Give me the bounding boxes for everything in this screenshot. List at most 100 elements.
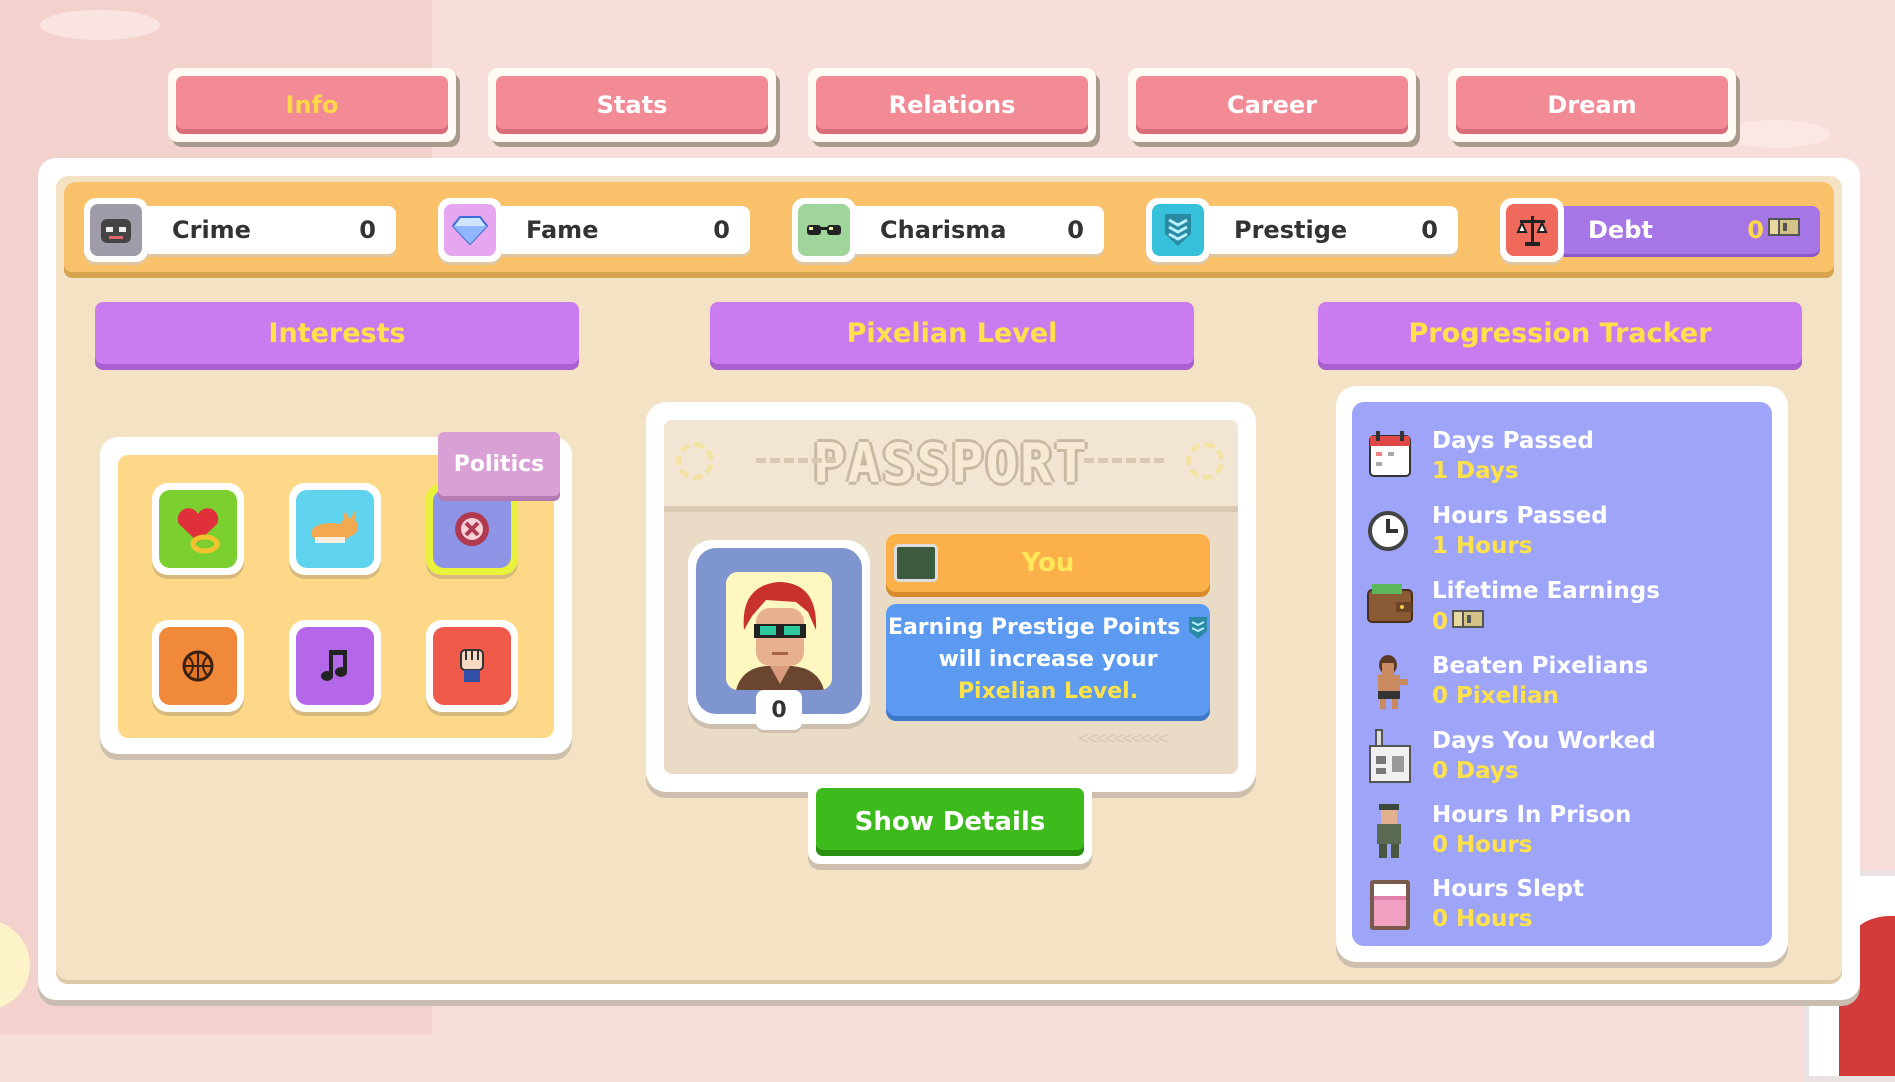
- tab-info[interactable]: Info: [168, 68, 456, 142]
- interest-romance[interactable]: [152, 483, 244, 575]
- progression-value: 0 Hours: [1432, 832, 1532, 858]
- stat-debt-value: 0: [1747, 216, 1764, 244]
- progression-item: Beaten Pixelians 0 Pixelian: [1366, 649, 1766, 719]
- progression-value: 1 Hours: [1432, 533, 1532, 559]
- progression-value-text: 1 Days: [1432, 458, 1519, 484]
- stat-fame-pill: Fame 0: [472, 206, 750, 254]
- shield-icon: [1146, 198, 1210, 262]
- stat-debt: Debt 0: [1500, 198, 1820, 262]
- progression-item: Hours In Prison 0 Hours: [1366, 798, 1766, 868]
- tab-relations-label: Relations: [816, 76, 1088, 134]
- progression-value-text: 0 Hours: [1432, 832, 1533, 858]
- prestige-shield-icon: [1188, 616, 1208, 640]
- basketball-icon: [159, 627, 237, 705]
- tab-career-label: Career: [1136, 76, 1408, 134]
- stat-debt-pill: Debt 0: [1534, 206, 1820, 254]
- stat-charisma-label: Charisma: [880, 216, 1007, 244]
- stat-prestige-pill: Prestige 0: [1180, 206, 1458, 254]
- pixelian-level-description: Earning Prestige Points will increase yo…: [886, 604, 1210, 716]
- progression-value-text: 0 Hours: [1432, 906, 1533, 932]
- progression-value: 0 Pixelian: [1432, 683, 1559, 709]
- bed-icon: [1366, 876, 1414, 934]
- progression-label: Beaten Pixelians: [1432, 653, 1649, 679]
- stat-prestige: Prestige 0: [1146, 198, 1458, 262]
- music-note-icon: [296, 627, 374, 705]
- interest-activism[interactable]: [426, 620, 518, 712]
- progression-item: Days You Worked 0 Days: [1366, 724, 1766, 794]
- description-highlight: Pixelian Level.: [957, 679, 1139, 704]
- tab-stats[interactable]: Stats: [488, 68, 776, 142]
- progression-label: Hours Passed: [1432, 503, 1608, 529]
- prisoner-icon: [1366, 802, 1414, 860]
- id-card-icon: [894, 544, 938, 582]
- diamond-icon: [438, 198, 502, 262]
- scales-icon: [1500, 198, 1564, 262]
- player-name-label: You: [1021, 548, 1075, 578]
- tab-career[interactable]: Career: [1128, 68, 1416, 142]
- interest-pets[interactable]: [289, 483, 381, 575]
- interest-tooltip: Politics: [438, 432, 560, 496]
- currency-icon: [1452, 608, 1485, 636]
- stat-charisma-value: 0: [1067, 216, 1084, 244]
- coin-icon: [1186, 442, 1224, 480]
- fist-icon: [433, 627, 511, 705]
- interest-music[interactable]: [289, 620, 381, 712]
- progression-value-text: 0 Pixelian: [1432, 683, 1559, 709]
- politics-badge-icon: [433, 490, 511, 568]
- background-cloud: [1720, 120, 1830, 148]
- show-details-button[interactable]: Show Details: [808, 780, 1092, 864]
- tab-relations[interactable]: Relations: [808, 68, 1096, 142]
- player-name: You: [886, 534, 1210, 592]
- avatar: [726, 572, 832, 690]
- factory-icon: [1366, 728, 1414, 786]
- mask-icon: [84, 198, 148, 262]
- stat-crime-value: 0: [359, 216, 376, 244]
- stat-prestige-label: Prestige: [1234, 216, 1348, 244]
- progression-label: Days Passed: [1432, 428, 1594, 454]
- interests-header: Interests: [95, 302, 579, 364]
- stat-prestige-value: 0: [1421, 216, 1438, 244]
- progression-item: Hours Slept 0 Hours: [1366, 872, 1766, 942]
- progression-label: Lifetime Earnings: [1432, 578, 1660, 604]
- stat-bar: Crime 0 Fame 0 Charisma 0 Prestige 0 Deb…: [64, 182, 1834, 272]
- passport-dash-left: [756, 458, 836, 471]
- wallet-icon: [1366, 578, 1414, 636]
- tab-stats-label: Stats: [496, 76, 768, 134]
- description-text-1: Earning Prestige Points: [887, 615, 1181, 640]
- clock-icon: [1366, 503, 1414, 561]
- stat-crime-label: Crime: [172, 216, 251, 244]
- progression-label: Hours Slept: [1432, 876, 1584, 902]
- stat-charisma-pill: Charisma 0: [826, 206, 1104, 254]
- pixelian-level-badge: 0: [756, 690, 802, 730]
- interest-sports[interactable]: [152, 620, 244, 712]
- progression-value: 0 Hours: [1432, 906, 1532, 932]
- progression-value-text: 0: [1432, 609, 1449, 635]
- tab-dream[interactable]: Dream: [1448, 68, 1736, 142]
- currency-icon: [1768, 216, 1800, 244]
- love-ring-icon: [159, 490, 237, 568]
- progression-value-text: 0 Days: [1432, 758, 1519, 784]
- passport-arrows: <<<<<<<<<<: [1078, 728, 1168, 749]
- show-details-label: Show Details: [816, 788, 1084, 856]
- background-cloud: [40, 10, 160, 40]
- progression-tracker-header: Progression Tracker: [1318, 302, 1802, 364]
- progression-label: Days You Worked: [1432, 728, 1656, 754]
- stat-debt-label: Debt: [1588, 216, 1653, 244]
- progression-item: Lifetime Earnings 0: [1366, 574, 1766, 644]
- pixelian-level-header: Pixelian Level: [710, 302, 1194, 364]
- tab-info-label: Info: [176, 76, 448, 134]
- stat-fame: Fame 0: [438, 198, 750, 262]
- progression-item: Hours Passed 1 Hours: [1366, 499, 1766, 569]
- calendar-icon: [1366, 428, 1414, 486]
- progression-value: 0: [1432, 608, 1485, 636]
- sunglasses-icon: [792, 198, 856, 262]
- stat-crime: Crime 0: [84, 198, 396, 262]
- fighter-icon: [1366, 653, 1414, 711]
- progression-item: Days Passed 1 Days: [1366, 424, 1766, 494]
- stat-crime-pill: Crime 0: [118, 206, 396, 254]
- coin-icon: [676, 442, 714, 480]
- stat-charisma: Charisma 0: [792, 198, 1104, 262]
- cat-icon: [296, 490, 374, 568]
- interest-politics[interactable]: [426, 483, 518, 575]
- progression-label: Hours In Prison: [1432, 802, 1632, 828]
